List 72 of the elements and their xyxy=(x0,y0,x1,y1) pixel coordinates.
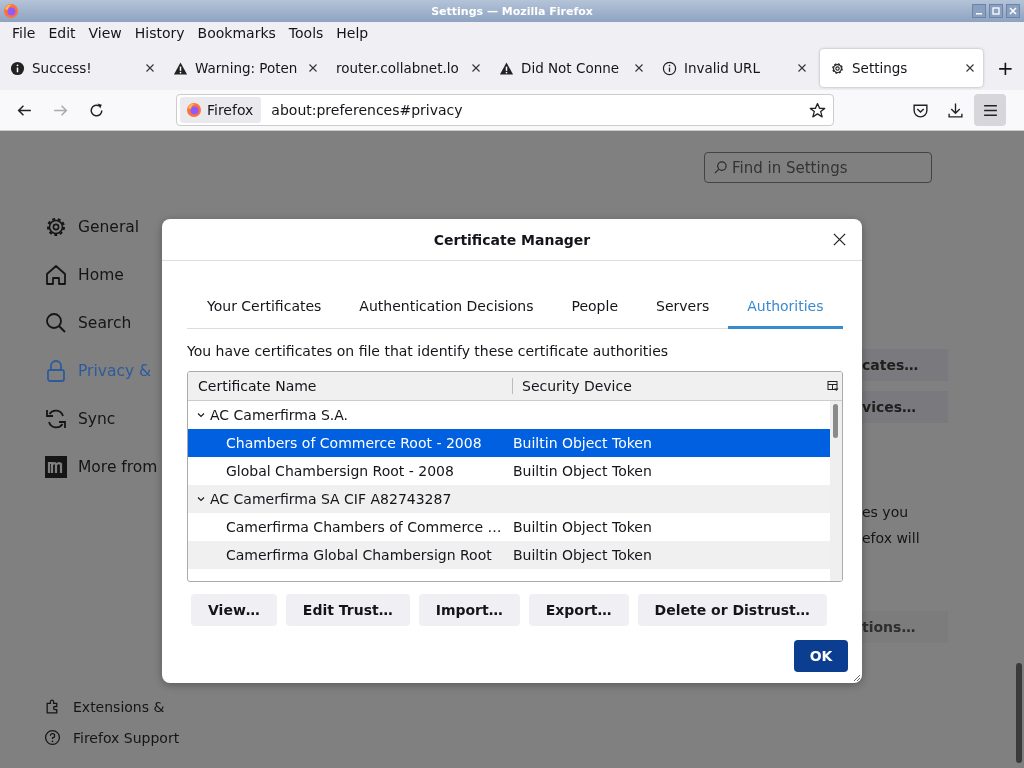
table-cell: Builtin Object Token xyxy=(513,435,652,451)
sidebar-label: Home xyxy=(78,266,124,284)
browser-tab[interactable]: Warning: Poten xyxy=(163,49,326,87)
table-cell: Builtin Object Token xyxy=(513,547,652,563)
dialog-button[interactable]: Edit Trust… xyxy=(285,594,410,626)
sidebar-item[interactable]: Sync xyxy=(44,395,162,443)
ok-button[interactable]: OK xyxy=(794,640,848,672)
menu-item[interactable]: File xyxy=(6,25,43,41)
column-header[interactable]: Security Device xyxy=(513,378,822,394)
table-cell: AC Camerfirma SA CIF A82743287 xyxy=(210,491,452,507)
new-tab-button[interactable]: + xyxy=(997,56,1014,80)
footer-link-label: Firefox Support xyxy=(73,729,180,746)
dialog-button[interactable]: Import… xyxy=(418,594,520,626)
table-cell-text: Chambers of Commerce Root - 2008 xyxy=(225,435,483,451)
dialog-tab[interactable]: People xyxy=(552,289,637,329)
description-text: You have certificates on file that identify these certificate authorities xyxy=(187,343,670,359)
sidebar-item[interactable]: General xyxy=(44,203,162,251)
dialog-tab[interactable]: Authorities xyxy=(728,289,843,329)
tree-row[interactable]: Chambers of Commerce Root - 2008 Builtin Object Token xyxy=(188,429,830,457)
browser-tab[interactable]: Invalid URL xyxy=(652,49,815,87)
footer-link[interactable]: Extensions & xyxy=(44,698,165,715)
settings-text: es you xyxy=(862,503,909,521)
search-field[interactable]: Find in Settings xyxy=(704,152,932,183)
settings-button[interactable]: vices… xyxy=(862,391,948,423)
dialog-button[interactable]: Export… xyxy=(528,594,629,626)
table-cell-text: Camerfirma Global Chambersign Root xyxy=(225,547,493,563)
menu-item[interactable]: Help xyxy=(330,25,376,41)
dialog-tab[interactable]: Servers xyxy=(637,289,729,329)
sidebar-label: More from xyxy=(78,458,158,476)
dialog-title: Certificate Manager xyxy=(433,231,591,248)
browser-tab[interactable]: Settings xyxy=(820,49,983,87)
tab-title: Did Not Conne xyxy=(521,60,620,76)
dialog-tab[interactable]: Your Certificates xyxy=(187,289,341,329)
column-header[interactable]: Certificate Name xyxy=(188,378,513,394)
dialog-button[interactable]: View… xyxy=(191,594,277,626)
tree-row[interactable]: Camerfirma Global Chambersign Root Builtin Object Token xyxy=(188,541,830,569)
footer-link[interactable]: Firefox Support xyxy=(44,729,180,746)
browser-tab[interactable]: Success! xyxy=(0,49,163,87)
dialog-button[interactable]: Delete or Distrust… xyxy=(637,594,827,626)
dialog-tab[interactable]: Authentication Decisions xyxy=(340,289,553,329)
table-cell-text: Camerfirma Chambers of Commerce … xyxy=(225,519,503,535)
sidebar-item[interactable]: Home xyxy=(44,251,162,299)
table-cell: Builtin Object Token xyxy=(513,519,652,535)
menu-item[interactable]: Edit xyxy=(42,25,83,41)
menu-item[interactable]: History xyxy=(128,25,192,41)
tab-title: Success! xyxy=(32,60,92,76)
browser-tab[interactable]: Did Not Conne xyxy=(489,49,652,87)
tree-row[interactable]: AC Camerfirma SA CIF A82743287 xyxy=(188,485,830,513)
sidebar-label: Sync xyxy=(78,410,116,428)
sidebar-label: General xyxy=(78,218,140,236)
tab-title: router.collabnet.lo xyxy=(336,60,459,76)
table-cell: AC Camerfirma S.A. xyxy=(210,407,349,423)
tab-title: Settings xyxy=(852,60,908,76)
tab-title: Invalid URL xyxy=(684,60,760,76)
sidebar-item[interactable]: Search xyxy=(44,299,162,347)
tab-title: Warning: Poten xyxy=(195,60,298,76)
menu-item[interactable]: Bookmarks xyxy=(191,25,283,41)
menu-item[interactable]: View xyxy=(82,25,129,41)
table-cell-text: Global Chambersign Root - 2008 xyxy=(225,463,455,479)
identity-button[interactable]: Firefox xyxy=(180,97,262,123)
settings-button[interactable]: cates… xyxy=(862,349,948,381)
menu-item[interactable]: Tools xyxy=(282,25,331,41)
sidebar-item[interactable]: More from xyxy=(44,443,162,491)
sidebar-label: Privacy & xyxy=(78,362,152,380)
window-title: Settings — Mozilla Firefox xyxy=(431,4,593,18)
settings-text: efox will xyxy=(862,529,920,547)
table-cell: Builtin Object Token xyxy=(513,463,652,479)
url-text: about:preferences#privacy xyxy=(271,102,464,118)
sidebar-label: Search xyxy=(78,314,132,332)
address-bar[interactable]: Firefox about:preferences#privacy xyxy=(176,94,834,126)
footer-link-label: Extensions & xyxy=(73,698,165,715)
browser-tab[interactable]: router.collabnet.lo xyxy=(326,49,489,87)
